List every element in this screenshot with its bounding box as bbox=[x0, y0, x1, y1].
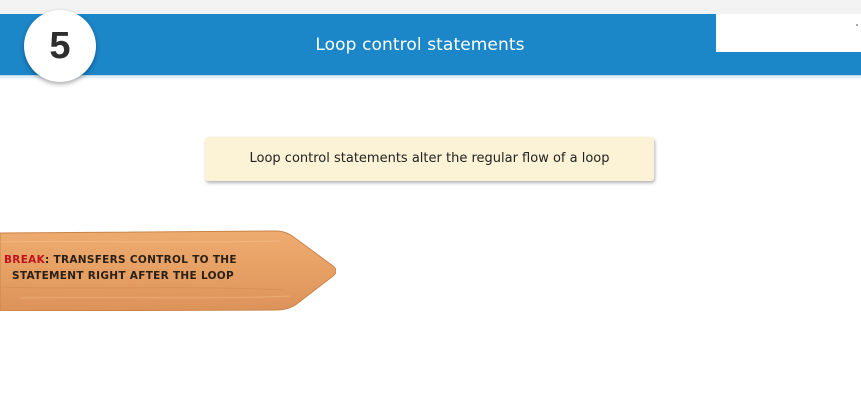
sign-line-1: BREAK: TRANSFERS CONTROL TO THE bbox=[4, 252, 304, 268]
break-keyword: BREAK bbox=[4, 254, 46, 266]
definition-callout: Loop control statements alter the regula… bbox=[205, 137, 654, 181]
step-number-badge: 5 bbox=[24, 10, 96, 82]
sign-line-2: STATEMENT RIGHT AFTER THE LOOP bbox=[12, 270, 235, 282]
sign-text: BREAK: TRANSFERS CONTROL TO THE STATEMEN… bbox=[4, 252, 304, 284]
page-title: Loop control statements bbox=[315, 35, 525, 55]
top-strip bbox=[0, 0, 861, 14]
sign-line-1-rest: : TRANSFERS CONTROL TO THE bbox=[45, 254, 237, 266]
edge-mark bbox=[856, 24, 858, 26]
wooden-sign: BREAK: TRANSFERS CONTROL TO THE STATEMEN… bbox=[0, 230, 336, 311]
